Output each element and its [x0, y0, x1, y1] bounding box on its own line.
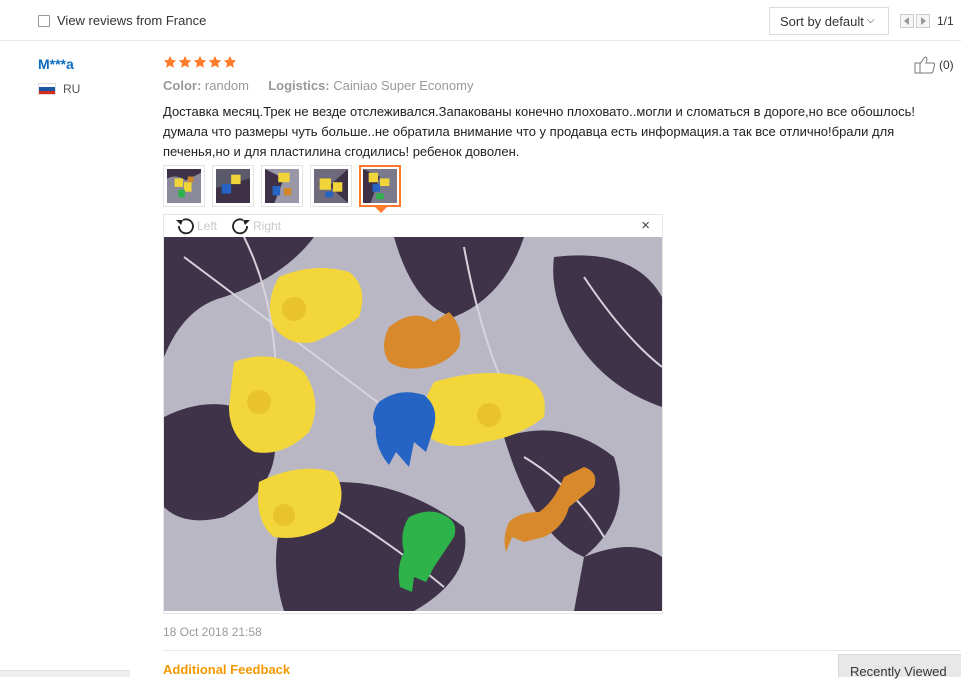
checkbox-icon[interactable] — [38, 14, 50, 27]
review-toolbar: View reviews from France Sort by default… — [0, 0, 961, 41]
star-icon — [178, 55, 192, 68]
photo-thumbnail[interactable] — [310, 165, 352, 207]
divider — [163, 650, 961, 651]
photo-viewer: Left Right × — [163, 214, 663, 614]
sort-dropdown[interactable]: Sort by default ⌵ — [769, 7, 889, 35]
additional-feedback-link[interactable]: Additional Feedback — [163, 662, 290, 677]
pagination: 1/1 — [900, 14, 954, 28]
helpful-button[interactable]: (0) — [914, 56, 954, 74]
panel-edge — [0, 670, 130, 677]
rotate-right-button[interactable]: Right — [230, 217, 281, 235]
photo-thumbnails — [163, 165, 401, 213]
rotate-left-icon — [176, 218, 194, 235]
prev-page-icon[interactable] — [900, 14, 914, 28]
star-icon — [163, 55, 177, 68]
country-code: RU — [63, 82, 81, 96]
viewer-toolbar: Left Right × — [164, 215, 662, 237]
sort-label: Sort by default — [780, 13, 864, 29]
logistics-label: Logistics: — [268, 78, 330, 93]
star-icon — [193, 55, 207, 68]
logistics-value: Cainiao Super Economy — [333, 78, 474, 93]
filter-label: View reviews from France — [57, 13, 207, 28]
country-filter[interactable]: View reviews from France — [38, 13, 206, 28]
reviewer-name[interactable]: M***a — [38, 56, 74, 72]
russia-flag-icon — [38, 83, 56, 95]
thumbs-up-icon — [914, 56, 936, 74]
chevron-down-icon: ⌵ — [866, 14, 875, 26]
rotate-right-icon — [232, 218, 250, 235]
review-date: 18 Oct 2018 21:58 — [163, 625, 262, 639]
star-rating — [163, 55, 237, 69]
rotate-left-button[interactable]: Left — [174, 217, 217, 235]
close-icon[interactable]: × — [641, 218, 650, 234]
rotate-right-label: Right — [253, 219, 282, 233]
star-icon — [223, 55, 237, 68]
review-photo — [164, 237, 662, 611]
rotate-left-label: Left — [197, 219, 218, 233]
recently-viewed-tab[interactable]: Recently Viewed — [838, 654, 961, 679]
page-indicator: 1/1 — [937, 14, 954, 28]
color-label: Color: — [163, 78, 202, 93]
next-page-icon[interactable] — [916, 14, 930, 28]
photo-thumbnail-active[interactable] — [359, 165, 401, 213]
reviewer-country: RU — [38, 82, 80, 96]
helpful-count: (0) — [939, 58, 954, 72]
photo-thumbnail[interactable] — [212, 165, 254, 207]
photo-thumbnail[interactable] — [261, 165, 303, 207]
star-icon — [208, 55, 222, 68]
photo-thumbnail[interactable] — [163, 165, 205, 207]
order-info: Color: random Logistics: Cainiao Super E… — [163, 78, 473, 93]
color-value: random — [204, 78, 249, 93]
review-text: Доставка месяц.Трек не везде отслеживалс… — [163, 104, 915, 159]
